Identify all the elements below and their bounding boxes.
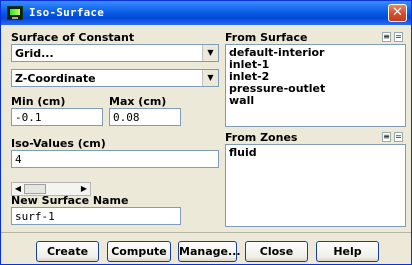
- title-bar: Iso-Surface ✕: [1, 1, 411, 25]
- chevron-down-icon[interactable]: ▼: [202, 45, 218, 61]
- select-all-icon[interactable]: ≡: [382, 132, 391, 142]
- iso-surface-dialog: Iso-Surface ✕ Surface of Constant Grid..…: [0, 0, 412, 265]
- select-all-icon[interactable]: ≡: [382, 32, 391, 42]
- manage-button[interactable]: Manage...: [178, 241, 241, 262]
- iso-values-label: Iso-Values (cm): [11, 137, 106, 150]
- list-item[interactable]: pressure-outlet: [229, 83, 402, 95]
- min-value-field: -0.1: [11, 108, 103, 126]
- deselect-all-icon[interactable]: =: [394, 132, 403, 142]
- dropdown-value: Z-Coordinate: [15, 72, 96, 85]
- list-item[interactable]: wall: [229, 95, 402, 107]
- chevron-down-icon[interactable]: ▼: [202, 70, 218, 86]
- surface-of-constant-label: Surface of Constant: [11, 31, 135, 44]
- button-bar-divider: [1, 232, 411, 233]
- deselect-all-icon[interactable]: =: [394, 32, 403, 42]
- new-surface-name-label: New Surface Name: [11, 194, 129, 207]
- from-surface-label: From Surface: [225, 31, 308, 44]
- create-button[interactable]: Create: [36, 241, 99, 262]
- help-button[interactable]: Help: [316, 241, 379, 262]
- new-surface-name-input[interactable]: surf-1: [11, 207, 181, 225]
- coordinate-dropdown[interactable]: Z-Coordinate ▼: [11, 69, 219, 87]
- min-label: Min (cm): [11, 95, 66, 108]
- from-zones-list[interactable]: fluid: [225, 144, 406, 227]
- from-zones-label: From Zones: [225, 131, 298, 144]
- app-icon: [7, 6, 23, 20]
- close-button[interactable]: Close: [245, 241, 308, 262]
- from-surface-list[interactable]: default-interior inlet-1 inlet-2 pressur…: [225, 44, 406, 127]
- close-icon[interactable]: ✕: [388, 4, 407, 22]
- max-value-field: 0.08: [109, 108, 181, 126]
- list-item[interactable]: fluid: [229, 147, 402, 159]
- iso-values-input[interactable]: 4: [11, 150, 219, 168]
- dropdown-value: Grid...: [15, 47, 54, 60]
- max-label: Max (cm): [109, 95, 167, 108]
- compute-button[interactable]: Compute: [107, 241, 171, 262]
- surface-of-constant-dropdown[interactable]: Grid... ▼: [11, 44, 219, 62]
- window-title: Iso-Surface: [29, 6, 105, 19]
- slider-thumb[interactable]: [24, 184, 46, 194]
